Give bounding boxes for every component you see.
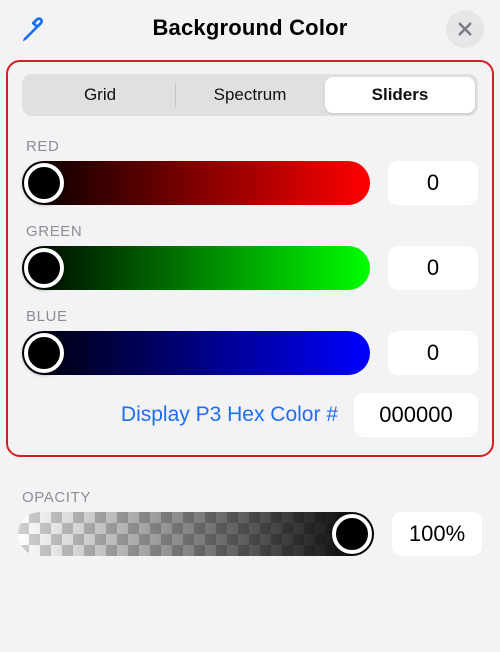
opacity-section: OPACITY 100% bbox=[18, 489, 482, 556]
green-value-field[interactable]: 0 bbox=[388, 246, 478, 290]
green-channel: GREEN 0 bbox=[22, 223, 478, 290]
eyedropper-icon bbox=[19, 15, 49, 45]
blue-row: 0 bbox=[22, 331, 478, 375]
page-title: Background Color bbox=[152, 15, 347, 41]
opacity-gradient-overlay bbox=[18, 512, 374, 556]
green-slider-track[interactable] bbox=[22, 246, 370, 290]
color-profile-label: Display P3 Hex Color # bbox=[121, 403, 338, 426]
red-value-text: 0 bbox=[427, 170, 439, 196]
tab-spectrum[interactable]: Spectrum bbox=[175, 77, 325, 113]
green-row: 0 bbox=[22, 246, 478, 290]
opacity-label: OPACITY bbox=[22, 489, 482, 506]
close-icon bbox=[456, 20, 474, 38]
opacity-slider-thumb[interactable] bbox=[332, 514, 372, 554]
close-button[interactable] bbox=[446, 10, 484, 48]
opacity-row: 100% bbox=[18, 512, 482, 556]
blue-value-text: 0 bbox=[427, 340, 439, 366]
tab-grid[interactable]: Grid bbox=[25, 77, 175, 113]
hex-row: Display P3 Hex Color # 000000 bbox=[22, 393, 478, 437]
header: Background Color bbox=[0, 0, 500, 56]
blue-channel: BLUE 0 bbox=[22, 308, 478, 375]
green-slider-thumb[interactable] bbox=[24, 248, 64, 288]
red-value-field[interactable]: 0 bbox=[388, 161, 478, 205]
opacity-slider-track[interactable] bbox=[18, 512, 374, 556]
red-row: 0 bbox=[22, 161, 478, 205]
sliders-highlight-frame: Grid Spectrum Sliders RED 0 GREEN 0 bbox=[6, 60, 494, 457]
red-slider-track[interactable] bbox=[22, 161, 370, 205]
hex-value-text: 000000 bbox=[379, 402, 452, 428]
mode-segmented-control: Grid Spectrum Sliders bbox=[22, 74, 478, 116]
hex-value-field[interactable]: 000000 bbox=[354, 393, 478, 437]
blue-slider-track[interactable] bbox=[22, 331, 370, 375]
red-channel: RED 0 bbox=[22, 138, 478, 205]
tab-sliders-label: Sliders bbox=[372, 85, 429, 105]
red-slider-thumb[interactable] bbox=[24, 163, 64, 203]
opacity-value-field[interactable]: 100% bbox=[392, 512, 482, 556]
tab-grid-label: Grid bbox=[84, 85, 116, 105]
blue-label: BLUE bbox=[26, 308, 478, 325]
tab-sliders[interactable]: Sliders bbox=[325, 77, 475, 113]
tab-spectrum-label: Spectrum bbox=[214, 85, 287, 105]
opacity-value-text: 100% bbox=[409, 521, 465, 547]
blue-slider-thumb[interactable] bbox=[24, 333, 64, 373]
color-profile-link[interactable]: Display P3 Hex Color # bbox=[121, 403, 338, 427]
red-label: RED bbox=[26, 138, 478, 155]
blue-value-field[interactable]: 0 bbox=[388, 331, 478, 375]
green-value-text: 0 bbox=[427, 255, 439, 281]
eyedropper-button[interactable] bbox=[16, 12, 52, 48]
green-label: GREEN bbox=[26, 223, 478, 240]
